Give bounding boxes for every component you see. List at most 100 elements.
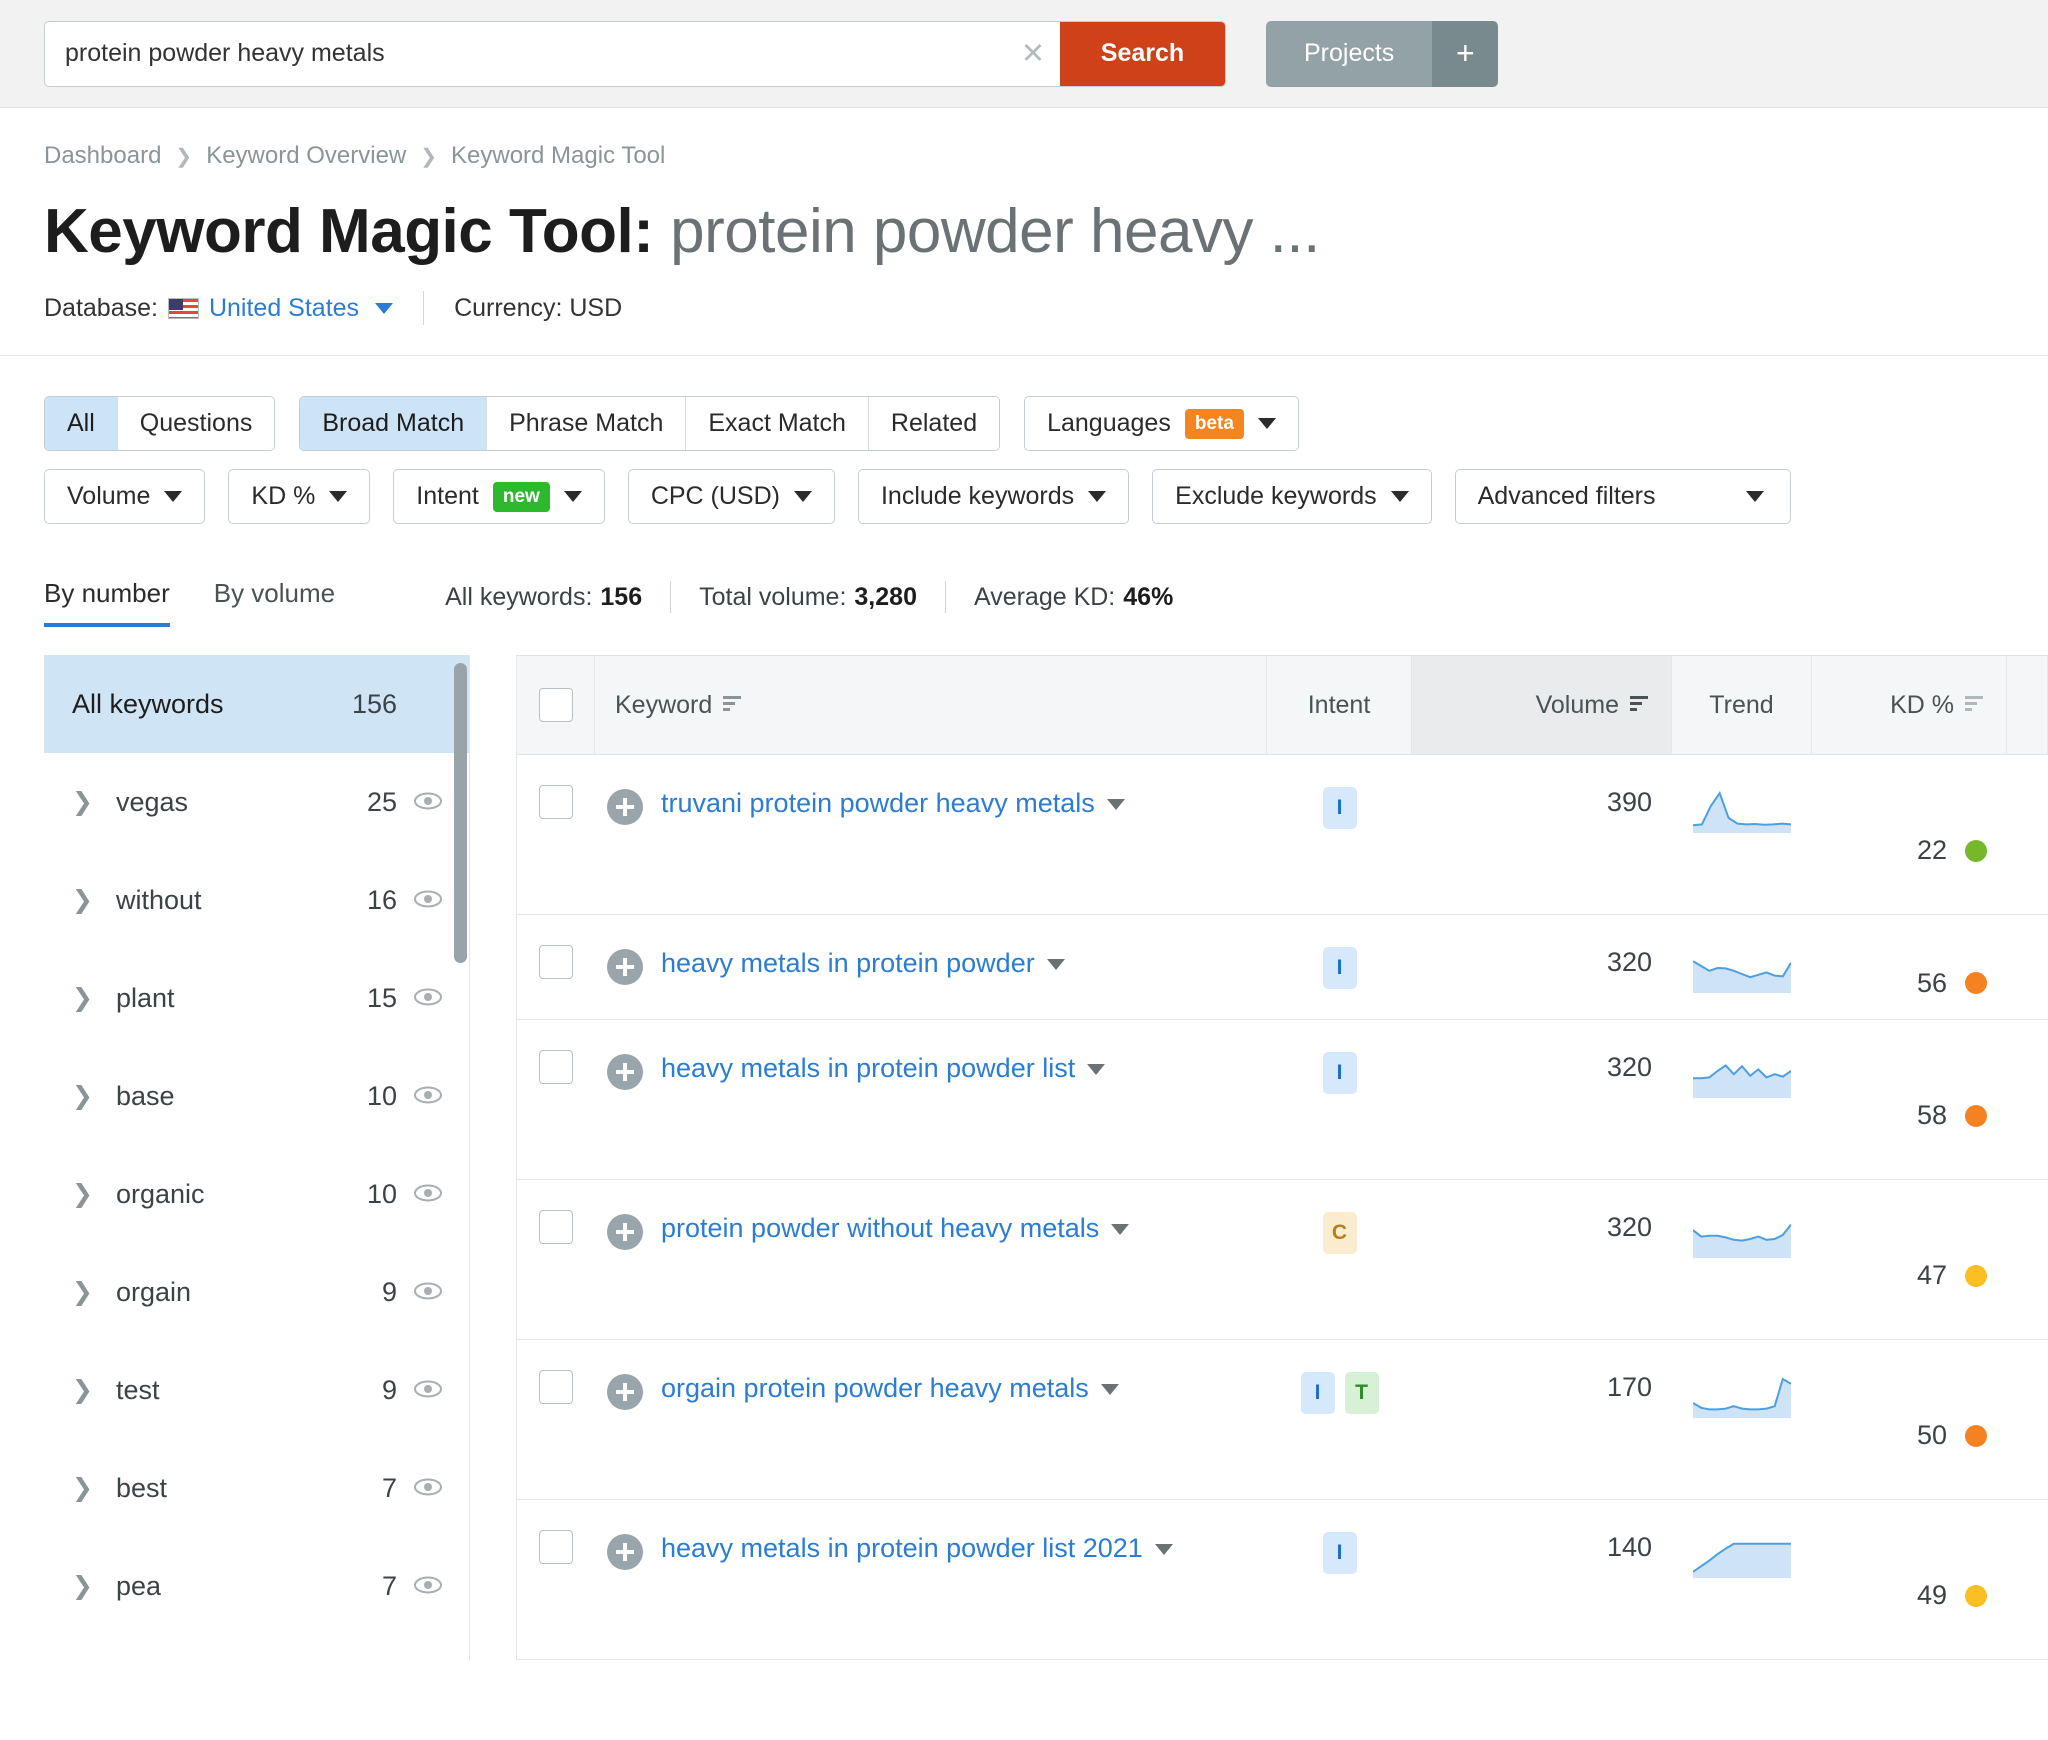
chevron-right-icon[interactable]: ❯	[72, 787, 98, 817]
row-checkbox[interactable]	[539, 1530, 573, 1564]
chevron-right-icon[interactable]: ❯	[72, 1571, 98, 1601]
projects-button[interactable]: Projects	[1266, 20, 1433, 87]
cpc-filter[interactable]: CPC (USD)	[627, 469, 835, 524]
table-row[interactable]: protein powder without heavy metals C 320 4…	[517, 1180, 2048, 1340]
row-checkbox[interactable]	[539, 1370, 573, 1404]
chevron-down-icon[interactable]	[1100, 1384, 1119, 1396]
include-keywords-filter[interactable]: Include keywords	[857, 469, 1130, 524]
chevron-right-icon[interactable]: ❯	[72, 983, 98, 1013]
row-checkbox[interactable]	[539, 1210, 573, 1244]
row-checkbox[interactable]	[539, 785, 573, 819]
column-header-trend[interactable]: Trend	[1672, 656, 1812, 754]
eye-toggle[interactable]	[413, 787, 443, 818]
sidebar-item-pea[interactable]: ❯ pea 7	[44, 1537, 469, 1635]
tab-exact-match[interactable]: Exact Match	[686, 397, 869, 450]
kd-filter[interactable]: KD %	[228, 469, 371, 524]
add-keyword-icon[interactable]	[607, 1374, 643, 1410]
tab-by-number[interactable]: By number	[44, 578, 170, 627]
select-all-checkbox[interactable]	[538, 688, 573, 722]
intent-cell: I	[1267, 915, 1412, 1019]
tab-phrase-match[interactable]: Phrase Match	[487, 397, 687, 450]
column-header-extra[interactable]	[2007, 656, 2048, 754]
column-header-intent[interactable]: Intent	[1267, 656, 1412, 754]
eye-toggle[interactable]	[413, 1571, 443, 1602]
sidebar-item-best[interactable]: ❯ best 7	[44, 1439, 469, 1537]
tab-related[interactable]: Related	[868, 397, 1000, 450]
chevron-down-icon[interactable]	[1106, 799, 1125, 811]
column-header-keyword[interactable]: Keyword	[595, 656, 1267, 754]
sidebar-item-all-keywords[interactable]: All keywords 156	[44, 655, 469, 753]
eye-toggle[interactable]	[413, 1473, 443, 1504]
chevron-down-icon[interactable]	[1154, 1544, 1173, 1556]
add-keyword-icon[interactable]	[607, 1054, 643, 1090]
add-keyword-icon[interactable]	[607, 1534, 643, 1570]
intent-filter[interactable]: Intent new	[393, 469, 605, 524]
table-row[interactable]: heavy metals in protein powder I 320 56	[517, 915, 2048, 1020]
sort-icon[interactable]	[1964, 691, 1986, 720]
chevron-right-icon[interactable]: ❯	[72, 1081, 98, 1111]
sidebar-item-plant[interactable]: ❯ plant 15	[44, 949, 469, 1047]
sidebar-item-without[interactable]: ❯ without 16	[44, 851, 469, 949]
eye-toggle[interactable]	[413, 1081, 443, 1112]
advanced-filters[interactable]: Advanced filters	[1454, 469, 1791, 524]
chevron-down-icon[interactable]	[1046, 959, 1065, 971]
us-flag-icon	[167, 297, 199, 319]
breadcrumb-keyword-magic-tool[interactable]: Keyword Magic Tool	[451, 142, 665, 170]
volume-filter[interactable]: Volume	[44, 469, 206, 524]
add-keyword-icon[interactable]	[607, 949, 643, 985]
eye-toggle[interactable]	[413, 1179, 443, 1210]
sidebar-scrollbar[interactable]	[454, 663, 467, 963]
chevron-right-icon[interactable]: ❯	[72, 885, 98, 915]
table-row[interactable]: truvani protein powder heavy metals I 390 2…	[517, 755, 2048, 915]
database-selector[interactable]: United States	[209, 294, 359, 323]
languages-filter[interactable]: Languages beta	[1024, 396, 1299, 451]
keyword-link[interactable]: heavy metals in protein powder list 2021	[661, 1530, 1173, 1567]
breadcrumb-keyword-overview[interactable]: Keyword Overview	[206, 142, 406, 170]
add-project-button[interactable]: +	[1432, 20, 1499, 87]
row-checkbox[interactable]	[539, 945, 573, 979]
keyword-link[interactable]: heavy metals in protein powder	[661, 945, 1065, 982]
search-button[interactable]: Search	[1060, 21, 1225, 86]
close-icon[interactable]: ✕	[1006, 22, 1060, 86]
add-keyword-icon[interactable]	[607, 789, 643, 825]
chevron-down-icon[interactable]	[375, 302, 394, 314]
exclude-keywords-filter[interactable]: Exclude keywords	[1152, 469, 1432, 524]
sidebar-item-orgain[interactable]: ❯ orgain 9	[44, 1243, 469, 1341]
column-header-kd[interactable]: KD %	[1812, 656, 2007, 754]
add-keyword-icon[interactable]	[607, 1214, 643, 1250]
keyword-link[interactable]: truvani protein powder heavy metals	[661, 785, 1125, 822]
chevron-down-icon[interactable]	[1087, 1064, 1106, 1076]
sidebar-item-test[interactable]: ❯ test 9	[44, 1341, 469, 1439]
tab-all[interactable]: All	[45, 397, 118, 450]
sort-icon-active[interactable]	[1629, 691, 1651, 720]
eye-icon	[414, 1282, 442, 1299]
keyword-link[interactable]: orgain protein powder heavy metals	[661, 1370, 1119, 1407]
tab-by-volume[interactable]: By volume	[214, 578, 335, 627]
table-row[interactable]: orgain protein powder heavy metals I T 170 5…	[517, 1340, 2048, 1500]
eye-toggle[interactable]	[413, 1375, 443, 1406]
sidebar-item-base[interactable]: ❯ base 10	[44, 1047, 469, 1145]
chevron-down-icon	[1257, 418, 1276, 429]
eye-icon	[414, 1380, 442, 1397]
search-input[interactable]	[45, 21, 1006, 86]
sidebar-item-vegas[interactable]: ❯ vegas 25	[44, 753, 469, 851]
sort-icon[interactable]	[722, 691, 744, 720]
tab-questions[interactable]: Questions	[117, 397, 275, 450]
chevron-right-icon[interactable]: ❯	[72, 1179, 98, 1209]
keyword-link[interactable]: protein powder without heavy metals	[661, 1210, 1130, 1247]
eye-toggle[interactable]	[413, 983, 443, 1014]
column-header-volume[interactable]: Volume	[1412, 656, 1672, 754]
keyword-link[interactable]: heavy metals in protein powder list	[661, 1050, 1106, 1087]
row-checkbox[interactable]	[539, 1050, 573, 1084]
tab-broad-match[interactable]: Broad Match	[300, 397, 488, 450]
chevron-down-icon[interactable]	[1111, 1224, 1130, 1236]
chevron-right-icon[interactable]: ❯	[72, 1473, 98, 1503]
chevron-right-icon[interactable]: ❯	[72, 1375, 98, 1405]
table-row[interactable]: heavy metals in protein powder list I 320 5…	[517, 1020, 2048, 1180]
breadcrumb-dashboard[interactable]: Dashboard	[44, 142, 161, 170]
eye-toggle[interactable]	[413, 1277, 443, 1308]
sidebar-item-organic[interactable]: ❯ organic 10	[44, 1145, 469, 1243]
chevron-right-icon[interactable]: ❯	[72, 1277, 98, 1307]
eye-toggle[interactable]	[413, 885, 443, 916]
table-row[interactable]: heavy metals in protein powder list 2021…	[517, 1500, 2048, 1660]
